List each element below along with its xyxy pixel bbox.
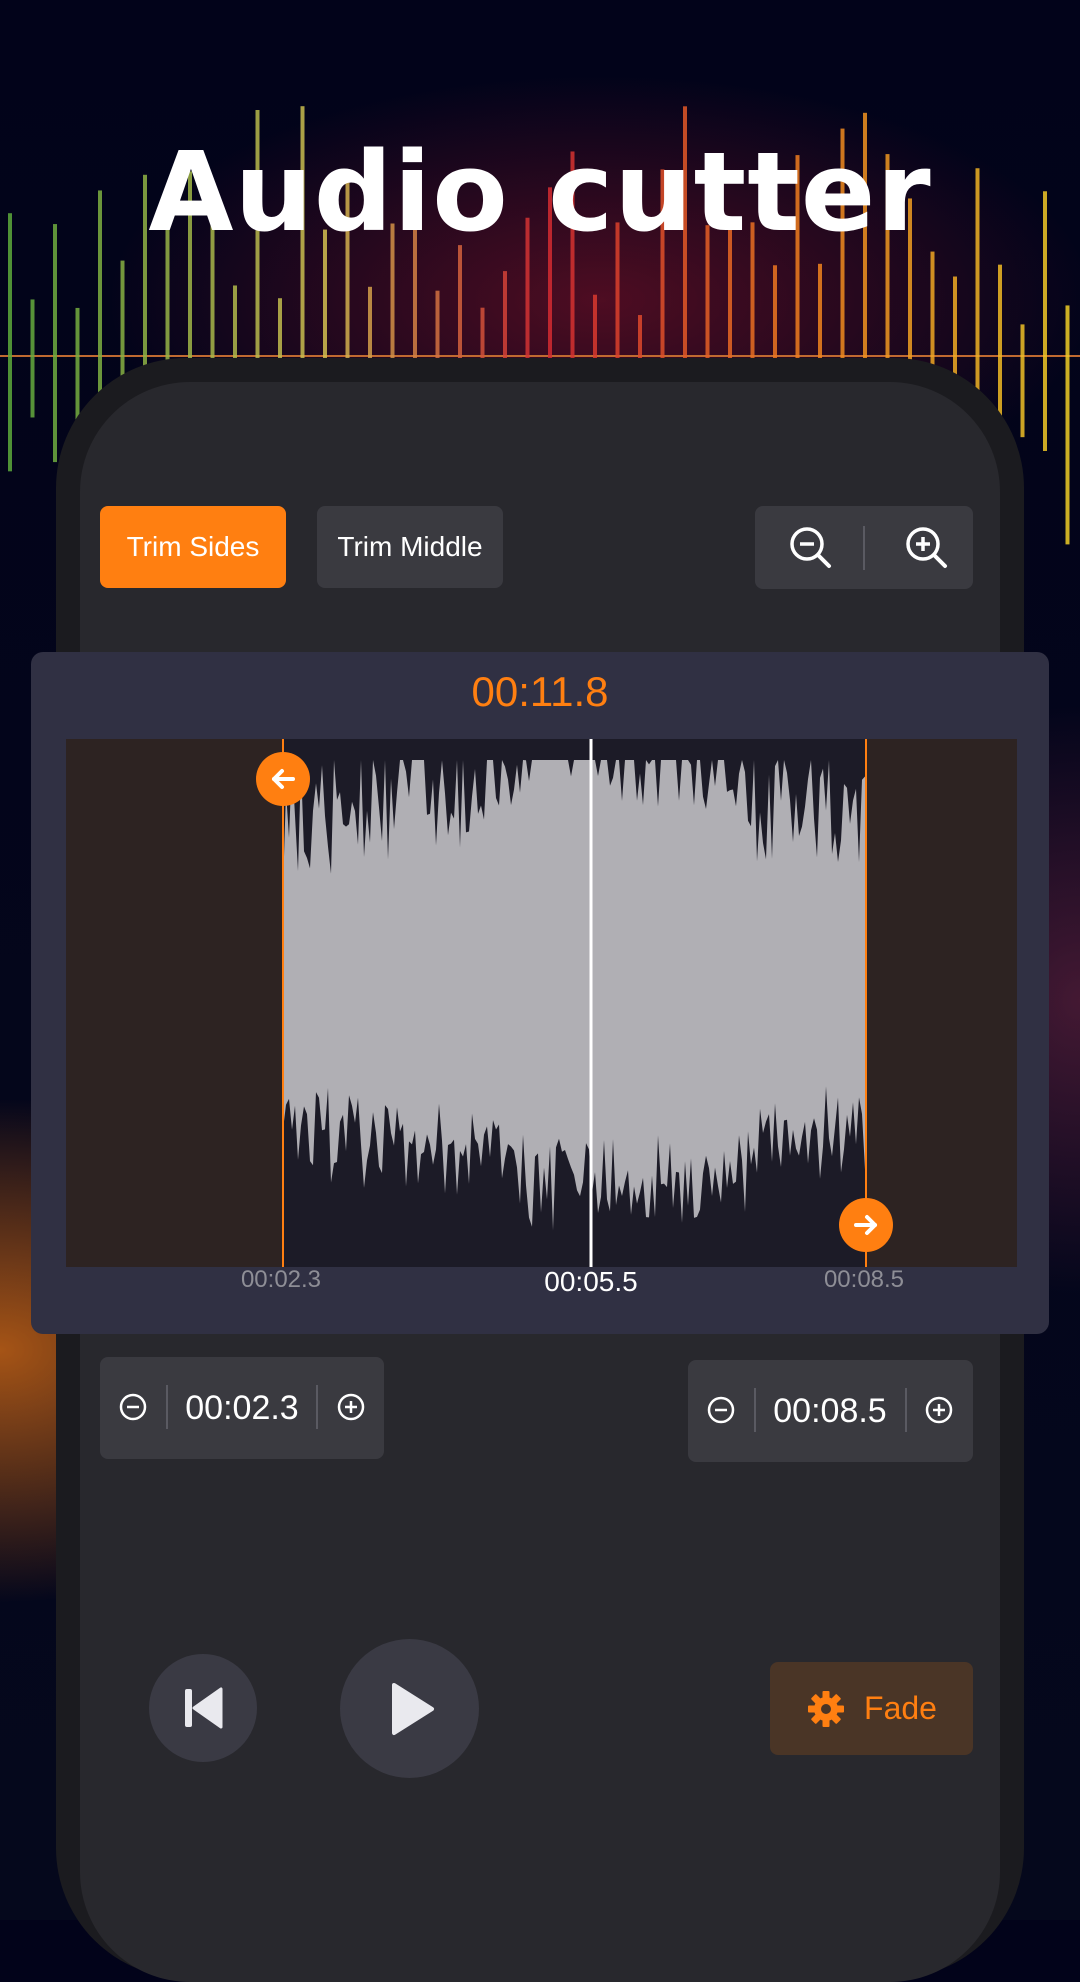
equalizer-bar bbox=[30, 299, 35, 418]
skip-previous-icon bbox=[185, 1687, 223, 1729]
zoom-in-icon[interactable] bbox=[901, 522, 953, 574]
end-handle[interactable] bbox=[839, 1198, 893, 1252]
end-time-value[interactable]: 00:08.5 bbox=[756, 1360, 904, 1462]
skip-previous-button[interactable] bbox=[149, 1654, 257, 1762]
start-time-tick: 00:02.3 bbox=[240, 1266, 322, 1293]
trim-sides-button[interactable]: Trim Sides bbox=[100, 506, 286, 588]
trimmed-region-left bbox=[66, 739, 283, 1267]
equalizer-bar bbox=[53, 224, 57, 463]
separator bbox=[905, 1388, 907, 1432]
zoom-out-icon[interactable] bbox=[785, 522, 837, 574]
zoom-divider bbox=[863, 526, 865, 570]
gear-icon bbox=[808, 1690, 845, 1727]
equalizer-bar bbox=[1065, 305, 1070, 545]
zoom-controls bbox=[755, 506, 973, 589]
minus-circle-icon[interactable] bbox=[704, 1393, 738, 1427]
arrow-left-icon bbox=[272, 769, 295, 789]
plus-circle-icon[interactable] bbox=[922, 1393, 956, 1427]
arrow-right-icon bbox=[854, 1215, 877, 1235]
start-handle[interactable] bbox=[256, 752, 310, 806]
separator bbox=[316, 1385, 318, 1429]
play-button[interactable] bbox=[340, 1639, 479, 1778]
play-icon bbox=[391, 1682, 434, 1735]
trim-middle-button[interactable]: Trim Middle bbox=[317, 506, 503, 588]
selection-duration: 00:11.8 bbox=[471, 668, 609, 715]
end-time-control: 00:08.5 bbox=[688, 1360, 973, 1462]
page-title: Audio cutter bbox=[148, 128, 932, 256]
minus-circle-icon[interactable] bbox=[116, 1390, 150, 1424]
end-time-tick: 00:08.5 bbox=[823, 1266, 905, 1293]
start-time-value[interactable]: 00:02.3 bbox=[168, 1357, 316, 1459]
trimmed-region-right bbox=[866, 739, 1017, 1267]
plus-circle-icon[interactable] bbox=[334, 1390, 368, 1424]
fade-label: Fade bbox=[864, 1690, 937, 1726]
fade-button[interactable]: Fade bbox=[770, 1662, 973, 1755]
equalizer-bar bbox=[1020, 324, 1025, 438]
playhead-time-tick: 00:05.5 bbox=[544, 1266, 638, 1297]
start-time-control: 00:02.3 bbox=[100, 1357, 384, 1459]
